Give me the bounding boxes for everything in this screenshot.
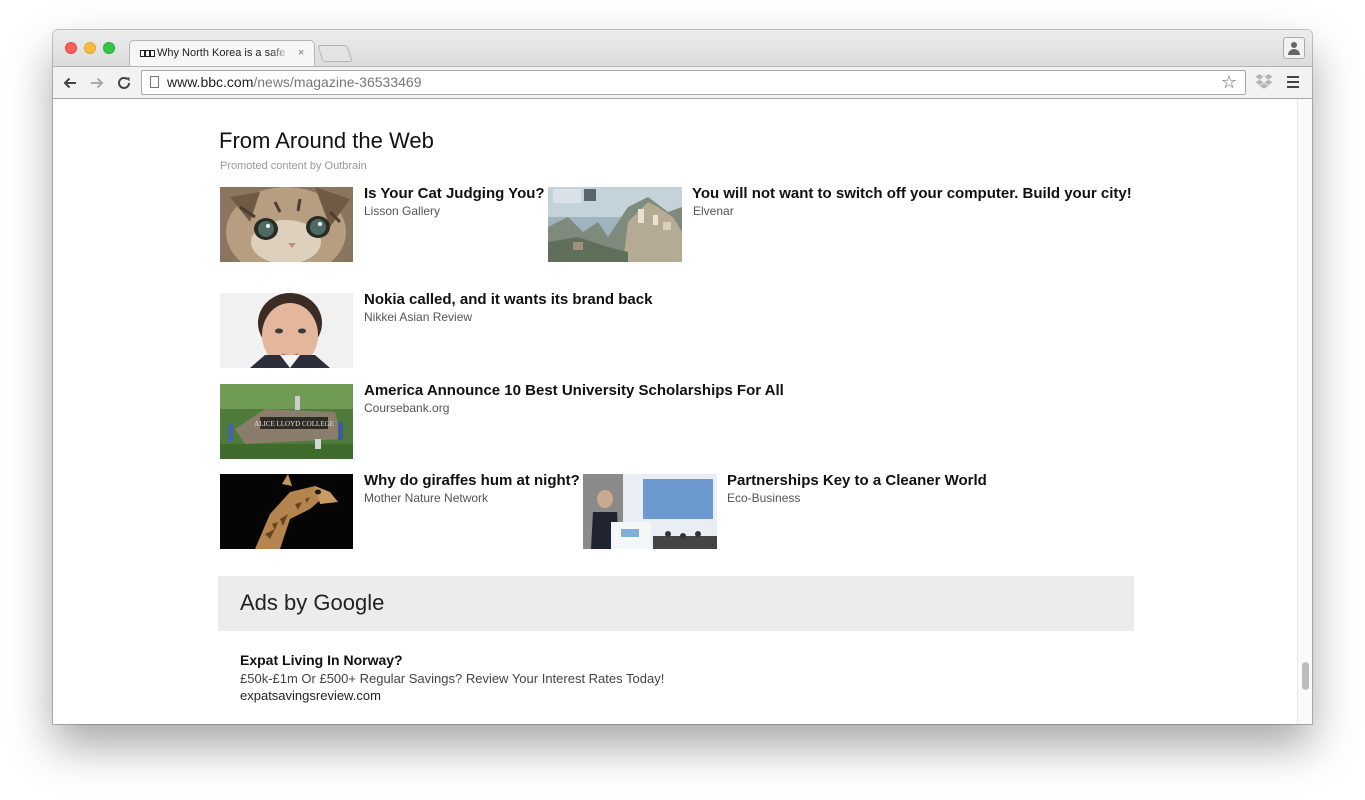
person-icon [1291, 42, 1297, 48]
arrow-right-icon [91, 77, 104, 89]
tab-close-icon[interactable]: × [298, 47, 304, 59]
tab-title: Why North Korea is a safe [157, 47, 286, 59]
address-bar[interactable]: www.bbc.com/news/magazine-36533469 ☆ [141, 70, 1246, 95]
outbrain-item[interactable]: Why do giraffes hum at night? Mother Nat… [220, 472, 590, 550]
item-source: Mother Nature Network [364, 491, 489, 505]
bookmark-star-icon[interactable]: ☆ [1221, 72, 1237, 93]
reload-icon [118, 76, 130, 89]
forward-button[interactable] [87, 73, 107, 93]
outbrain-item[interactable]: Is Your Cat Judging You? Lisson Gallery [220, 185, 550, 263]
item-title[interactable]: Why do giraffes hum at night? [364, 472, 580, 489]
new-tab-button[interactable] [317, 45, 353, 62]
page-icon [150, 76, 159, 88]
ad-url[interactable]: expatsavingsreview.com [240, 688, 664, 703]
section-title: From Around the Web [219, 128, 434, 153]
ad-item[interactable]: Expat Living In Norway? £50k-£1m Or £500… [240, 652, 664, 703]
outbrain-item[interactable]: You will not want to switch off your com… [548, 185, 1148, 263]
dropbox-extension-icon[interactable] [1255, 73, 1273, 92]
url-path: /news/magazine-36533469 [253, 74, 422, 90]
zoom-window-button[interactable] [103, 42, 115, 54]
item-title[interactable]: Partnerships Key to a Cleaner World [727, 472, 987, 489]
ads-title: Ads by Google [240, 590, 385, 615]
item-source: Nikkei Asian Review [364, 310, 473, 324]
item-source: Eco-Business [727, 491, 801, 505]
browser-toolbar: www.bbc.com/news/magazine-36533469 ☆ [53, 66, 1312, 99]
kitten-image[interactable] [220, 187, 353, 262]
url-text[interactable]: www.bbc.com/news/magazine-36533469 [167, 74, 421, 90]
page-content: From Around the Web Promoted content by … [53, 99, 1297, 724]
item-title[interactable]: Is Your Cat Judging You? [364, 185, 545, 202]
minimize-window-button[interactable] [84, 42, 96, 54]
reload-button[interactable] [114, 73, 134, 93]
browser-tab-active[interactable]: Why North Korea is a safe × [129, 40, 315, 67]
outbrain-item[interactable]: Partnerships Key to a Cleaner World Eco-… [583, 472, 1033, 550]
bbc-favicon-icon [140, 50, 155, 57]
conference-speaker-image[interactable] [583, 474, 717, 549]
ad-headline[interactable]: Expat Living In Norway? [240, 652, 664, 668]
man-portrait-image[interactable] [220, 293, 353, 368]
back-button[interactable] [60, 73, 80, 93]
title-bar: Why North Korea is a safe × [53, 30, 1312, 67]
college-sign-image[interactable]: ALICE LLOYD COLLEGE [220, 384, 353, 459]
item-source: Lisson Gallery [364, 204, 441, 218]
item-title[interactable]: America Announce 10 Best University Scho… [364, 382, 784, 399]
item-source: Elvenar [693, 204, 734, 218]
ads-header: Ads by Google [218, 576, 1134, 631]
giraffe-image[interactable] [220, 474, 353, 549]
ad-description: £50k-£1m Or £500+ Regular Savings? Revie… [240, 671, 665, 686]
url-domain: www.bbc.com [167, 74, 254, 90]
vertical-scrollbar[interactable] [1297, 99, 1312, 724]
promoted-by-outbrain-link[interactable]: Promoted content by Outbrain [220, 160, 367, 172]
outbrain-item[interactable]: Nokia called, and it wants its brand bac… [220, 291, 820, 369]
item-title[interactable]: You will not want to switch off your com… [692, 185, 1132, 202]
browser-window: Why North Korea is a safe × www.bbc.com/… [53, 30, 1312, 724]
menu-icon[interactable] [1287, 76, 1299, 91]
fantasy-city-image[interactable] [548, 187, 682, 262]
outbrain-item[interactable]: ALICE LLOYD COLLEGE America Announce 10 … [220, 382, 920, 460]
svg-text:ALICE LLOYD COLLEGE: ALICE LLOYD COLLEGE [254, 420, 334, 428]
item-source: Coursebank.org [364, 401, 450, 415]
profile-button[interactable] [1283, 37, 1305, 59]
arrow-left-icon [63, 77, 76, 89]
close-window-button[interactable] [65, 42, 77, 54]
scrollbar-thumb[interactable] [1302, 662, 1309, 690]
item-title[interactable]: Nokia called, and it wants its brand bac… [364, 291, 652, 308]
